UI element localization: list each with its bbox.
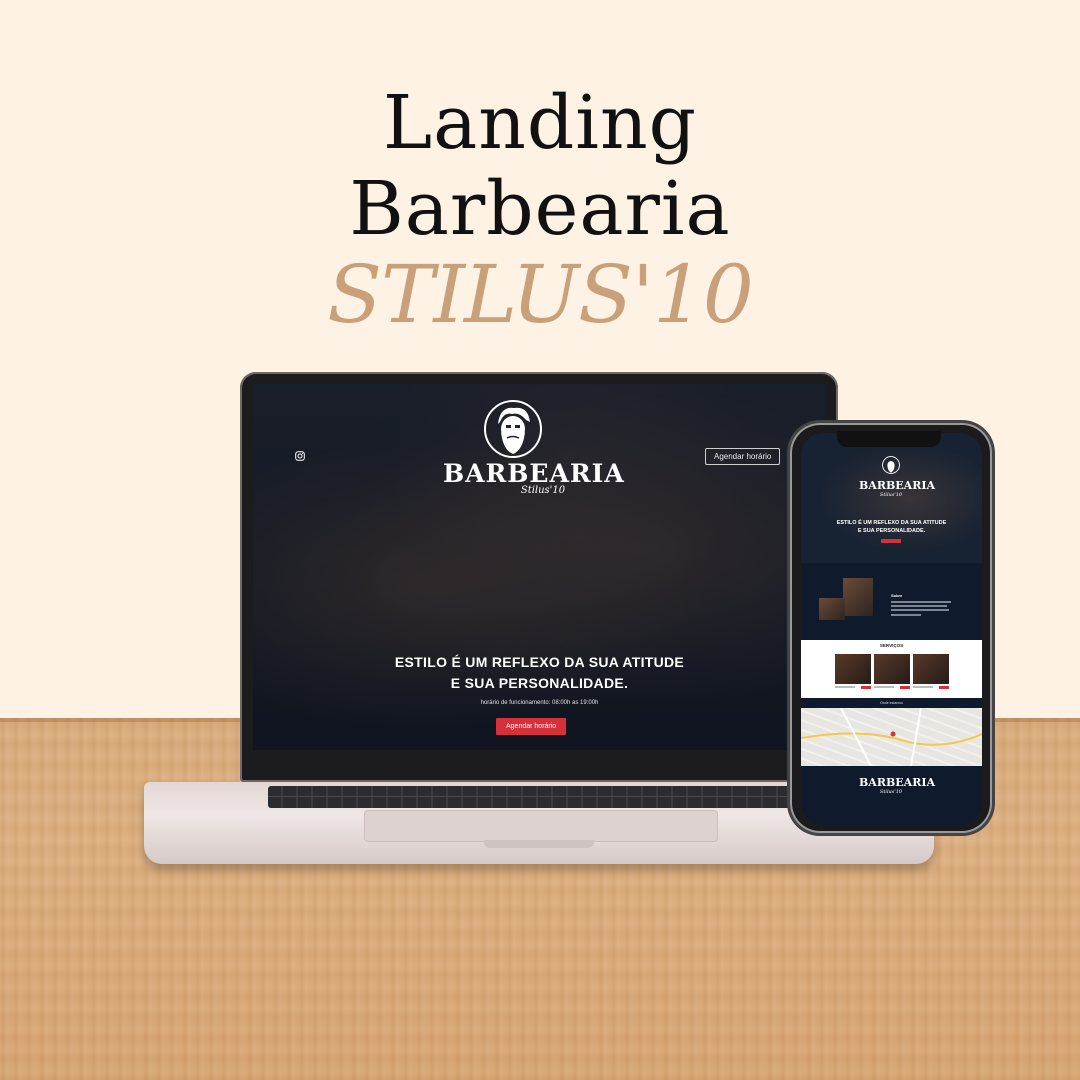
about-image — [843, 578, 873, 616]
phone-logo: BARBEARIA Stilus'10 — [859, 455, 936, 498]
phone-about-title: Sobre — [891, 593, 903, 598]
laptop-trackpad — [364, 810, 718, 842]
about-text-line — [891, 601, 951, 603]
phone-logo-subtitle: Stilus'10 — [879, 492, 903, 498]
phone-map-label: Onde estamos — [880, 701, 903, 705]
phone-services-title: SERVIÇOS — [879, 643, 904, 648]
schedule-button-main[interactable]: Agendar horário — [496, 718, 567, 735]
about-text-line — [891, 609, 949, 611]
about-text-line — [891, 605, 947, 607]
phone-footer-subtitle: Stilus'10 — [879, 789, 903, 795]
logo-wordmark: BARBEARIA — [443, 459, 625, 488]
service-card-label — [874, 686, 894, 688]
phone-footer-wordmark: BARBEARIA — [859, 776, 936, 789]
phone-hero-line2: E SUA PERSONALIDADE. — [857, 528, 926, 534]
service-card-button[interactable] — [861, 686, 871, 689]
service-card-label — [835, 686, 855, 688]
phone-hero-line1: ESTILO É UM REFLEXO DA SUA ATITUDE — [836, 520, 947, 526]
phone-about-images — [819, 578, 875, 628]
laptop-keyboard — [268, 786, 798, 808]
hero-heading: ESTILO É UM REFLEXO DA SUA ATITUDE E SUA… — [253, 652, 826, 694]
laptop-opening-notch — [484, 840, 594, 848]
service-card — [913, 654, 949, 684]
service-card — [874, 654, 910, 684]
service-card-button[interactable] — [900, 686, 910, 689]
phone-logo-wordmark: BARBEARIA — [859, 479, 936, 492]
phone-map[interactable] — [801, 707, 982, 767]
headline-landing: Landing — [383, 80, 697, 166]
headline-stilus: STILUS'10 — [327, 248, 754, 341]
phone-hero-heading: ESTILO É UM REFLEXO DA SUA ATITUDE E SUA… — [801, 519, 982, 535]
headline-barbearia: Barbearia — [349, 166, 731, 252]
hero-heading-line2: E SUA PERSONALIDADE. — [450, 675, 629, 691]
site-logo[interactable]: BARBEARIA Stilus'10 — [443, 398, 625, 496]
phone-notch — [837, 431, 941, 447]
about-text-line — [891, 614, 921, 616]
phone-schedule-button[interactable] — [881, 539, 901, 543]
phone-hero: BARBEARIA Stilus'10 ESTILO É UM REFLEXO … — [801, 433, 982, 563]
about-image — [819, 598, 845, 620]
phone-screen: BARBEARIA Stilus'10 ESTILO É UM REFLEXO … — [801, 433, 982, 825]
opening-hours: horário de funcionamento: 08:00h as 19:0… — [480, 700, 599, 706]
laptop-screen: BARBEARIA Stilus'10 Agendar horário ESTI… — [253, 384, 826, 750]
phone-bearded-man-logo-icon — [882, 456, 900, 474]
schedule-button-top[interactable]: Agendar horário — [705, 448, 781, 465]
service-card-label — [913, 686, 933, 688]
service-card-button[interactable] — [939, 686, 949, 689]
bearded-man-logo-icon — [484, 400, 542, 458]
phone-services-section: SERVIÇOS — [801, 640, 982, 698]
phone-footer-logo: BARBEARIA Stilus'10 — [859, 776, 936, 796]
hero-heading-line1: ESTILO É UM REFLEXO DA SUA ATITUDE — [394, 654, 685, 670]
instagram-icon[interactable] — [295, 448, 305, 466]
service-card — [835, 654, 871, 684]
